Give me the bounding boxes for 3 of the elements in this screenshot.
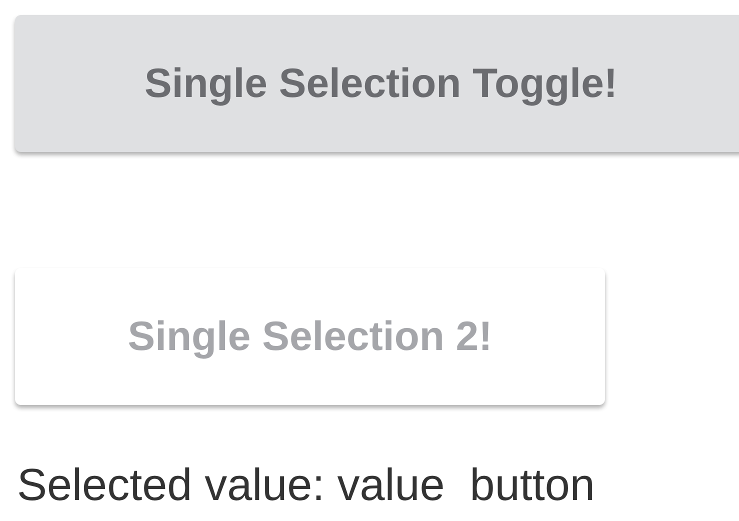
toggle-button[interactable]: Single Selection 2!: [15, 268, 605, 405]
selected-value-text: Selected value: value button: [17, 462, 595, 507]
toggle-button[interactable]: Single Selection Toggle!: [15, 15, 739, 152]
